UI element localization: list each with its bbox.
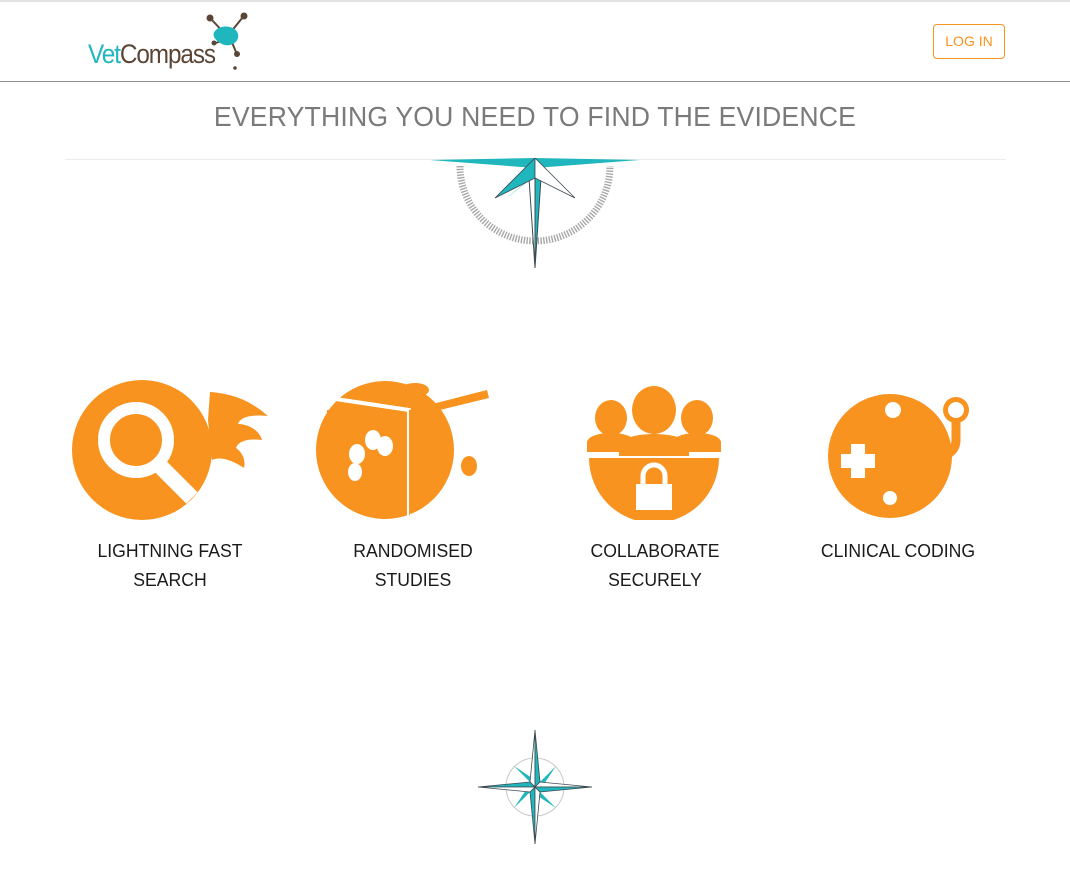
feature-randomised-studies[interactable]: RANDOMISED STUDIES xyxy=(293,380,533,620)
search-icon xyxy=(72,380,268,520)
logo-text-compass: Compass xyxy=(119,39,216,69)
vetcompass-logo[interactable]: VetCompass xyxy=(85,12,255,74)
molecule-logo-icon xyxy=(206,12,248,70)
navbar: VetCompass LOG IN xyxy=(0,2,1070,82)
logo-wordmark: VetCompass xyxy=(88,39,216,70)
feature-label: CLINICAL CODING xyxy=(820,541,976,561)
features-row: LIGHTNING FAST SEARCH RANDOMISED STUDIES… xyxy=(0,380,1070,620)
page: VetCompass LOG IN EVERYTHING YOU NEED TO… xyxy=(0,0,1070,876)
compass-rose-footer-icon xyxy=(478,730,592,844)
feature-label: RANDOMISED STUDIES xyxy=(353,541,473,590)
medical-code-icon xyxy=(828,394,969,518)
feature-lightning-search[interactable]: LIGHTNING FAST SEARCH xyxy=(50,380,290,620)
login-button[interactable]: LOG IN xyxy=(933,24,1005,59)
feature-collaborate-securely[interactable]: COLLABORATE SECURELY xyxy=(535,380,775,620)
feature-label: LIGHTNING FAST SEARCH xyxy=(97,541,243,590)
logo-text-vet: Vet xyxy=(88,39,121,69)
feature-label: COLLABORATE SECURELY xyxy=(590,541,720,590)
feature-clinical-coding[interactable]: CLINICAL CODING xyxy=(778,380,1018,620)
dice-icon xyxy=(316,381,489,519)
compass-rose-icon xyxy=(430,158,640,269)
secure-group-icon xyxy=(587,386,721,520)
page-headline: EVERYTHING YOU NEED TO FIND THE EVIDENCE xyxy=(213,101,857,132)
